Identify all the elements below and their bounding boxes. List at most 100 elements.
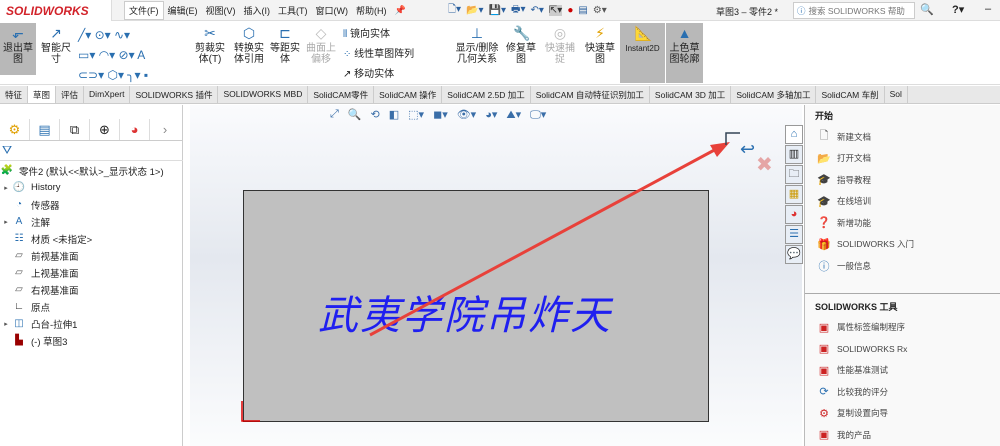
menu-help[interactable]: 帮助(H) <box>352 2 391 19</box>
menu-insert[interactable]: 插入(I) <box>240 2 275 19</box>
menu-window[interactable]: 窗口(W) <box>312 2 353 19</box>
graphics-area[interactable]: ⤢ 🔍 ⟲ ◧ ⬚▾ ◼▾ 👁▾ ◕▾ ⛰▾ 🖵▾ 武夷学院吊炸天 ↩ ✖ <box>190 105 802 446</box>
feature-manager-tab-icon[interactable]: ⚙ <box>0 119 30 140</box>
shaded-sketch-contours-button[interactable]: ▲ 上色草图轮廓 <box>666 23 703 83</box>
view-palette-tab-icon[interactable]: ▦ <box>785 185 803 204</box>
exit-sketch-corner-icon[interactable]: ↩ <box>740 139 755 159</box>
task-link[interactable]: 📂 打开文档 <box>805 148 1000 170</box>
line-tool[interactable]: ╱▾ ⊙▾ ∿▾ <box>78 25 183 45</box>
tab-11[interactable]: SolidCAM 多轴加工 <box>731 86 817 103</box>
undo-icon[interactable]: ↶▾ <box>531 5 544 16</box>
tree-item[interactable]: ◔ 传感器 <box>0 196 183 213</box>
smart-dimension-button[interactable]: ↗ 智能尺寸 <box>38 23 74 65</box>
configuration-manager-tab-icon[interactable]: ⧉ <box>60 119 90 140</box>
expand-arrow-icon[interactable]: ▸ <box>0 184 12 192</box>
appearances-tab-icon[interactable]: ◕ <box>785 205 803 224</box>
home-tab-icon[interactable]: ⌂ <box>785 125 803 144</box>
dimxpert-tab-icon[interactable]: ⊕ <box>90 119 120 140</box>
tab-8[interactable]: SolidCAM 2.5D 加工 <box>442 86 531 103</box>
tree-item[interactable]: ▸ 🕘 History <box>0 179 183 196</box>
design-library-tab-icon[interactable]: ▥ <box>785 145 803 164</box>
tab-12[interactable]: SolidCAM 车削 <box>816 86 885 103</box>
tab-2[interactable]: 评估 <box>56 86 85 103</box>
exit-sketch-button[interactable]: ⬐ 退出草图 <box>0 23 36 75</box>
tree-item[interactable]: ▸ ◫ 凸台-拉伸1 <box>0 315 183 332</box>
task-link[interactable]: ▣ 我的产品 <box>805 424 1000 446</box>
solidworks-logo[interactable]: SOLIDWORKS <box>0 0 112 21</box>
filter-icon[interactable]: ⛛ <box>0 143 183 161</box>
tab-9[interactable]: SolidCAM 自动特征识别加工 <box>531 86 650 103</box>
expand-panel-icon[interactable]: › <box>150 119 180 140</box>
quick-snaps-button[interactable]: ◎ 快速捕捉 <box>542 23 578 65</box>
linear-pattern-button[interactable]: ⁘ 线性草图阵列 <box>343 45 414 65</box>
tab-10[interactable]: SolidCAM 3D 加工 <box>650 86 732 103</box>
tree-item[interactable]: 🧩 零件2 (默认<<默认>_显示状态 1>) <box>0 162 183 179</box>
forum-tab-icon[interactable]: 💬 <box>785 245 803 264</box>
task-link[interactable]: 🎓 指导教程 <box>805 169 1000 191</box>
offset-on-surface-button[interactable]: ◇ 曲面上偏移 <box>304 23 338 65</box>
tree-item[interactable]: ☷ 材质 <未指定> <box>0 230 183 247</box>
search-icon[interactable]: 🔍 <box>920 3 934 16</box>
tab-6[interactable]: SolidCAM零件 <box>308 86 375 103</box>
move-entities-button[interactable]: ↗ 移动实体 <box>343 65 414 85</box>
menu-tools[interactable]: 工具(T) <box>274 2 312 19</box>
repair-sketch-button[interactable]: 🔧 修复草图 <box>504 23 538 65</box>
offset-entities-button[interactable]: ⊏ 等距实体 <box>268 23 302 65</box>
pin-icon[interactable]: 📌 <box>391 3 410 18</box>
slot-tool[interactable]: ⊂⊃▾ ⬡▾ ╮▾ ▪ <box>78 65 183 85</box>
task-link[interactable]: 🎁 SOLIDWORKS 入门 <box>805 234 1000 256</box>
help-search-input[interactable]: ⓘ 搜索 SOLIDWORKS 帮助 <box>793 2 915 19</box>
tab-13[interactable]: Sol <box>885 86 908 103</box>
property-manager-tab-icon[interactable]: ▤ <box>30 119 60 140</box>
expand-arrow-icon[interactable]: ▸ <box>0 218 12 226</box>
open-icon[interactable]: 📂▾ <box>466 5 483 16</box>
menu-edit[interactable]: 编辑(E) <box>164 2 202 19</box>
minimize-icon[interactable]: – <box>985 3 991 15</box>
convert-entities-button[interactable]: ⬡ 转换实体引用 <box>230 23 268 65</box>
file-explorer-tab-icon[interactable]: 🗀 <box>785 165 803 184</box>
tab-3[interactable]: DimXpert <box>84 86 131 103</box>
menu-view[interactable]: 视图(V) <box>202 2 240 19</box>
tree-item[interactable]: ▸ A 注解 <box>0 213 183 230</box>
mirror-entities-button[interactable]: ⫴ 镜向实体 <box>343 25 414 45</box>
instant2d-button[interactable]: 📐 Instant2D <box>620 23 665 83</box>
menu-file[interactable]: 文件(F) <box>124 1 164 20</box>
display-delete-relations-button[interactable]: ⊥ 显示/删除几何关系 <box>452 23 502 65</box>
custom-properties-tab-icon[interactable]: ☰ <box>785 225 803 244</box>
tree-item[interactable]: ▱ 右视基准面 <box>0 281 183 298</box>
rebuild-icon[interactable]: ● <box>567 5 573 16</box>
new-icon[interactable]: 🗋▾ <box>448 2 461 19</box>
task-link[interactable]: ⚙ 复制设置向导 <box>805 403 1000 425</box>
tab-0[interactable]: 特征 <box>0 86 29 103</box>
tree-item[interactable]: ∟ 原点 <box>0 298 183 315</box>
task-link-label: SOLIDWORKS 入门 <box>837 239 914 250</box>
tree-item[interactable]: ▱ 前视基准面 <box>0 247 183 264</box>
tab-1[interactable]: 草图 <box>28 86 57 103</box>
task-link[interactable]: ⟳ 比较我的评分 <box>805 381 1000 403</box>
task-link[interactable]: ▣ SOLIDWORKS Rx <box>805 338 1000 360</box>
task-link[interactable]: ▣ 性能基准测试 <box>805 360 1000 382</box>
rectangle-tool[interactable]: ▭▾ ◠▾ ⊘▾ A <box>78 45 183 65</box>
linear-pattern-label: 线性草图阵列 <box>354 49 415 60</box>
task-link[interactable]: ⓘ 一般信息 <box>805 255 1000 277</box>
cancel-sketch-corner-icon[interactable]: ✖ <box>756 154 773 176</box>
tab-5[interactable]: SOLIDWORKS MBD <box>218 86 309 103</box>
options-gear-icon[interactable]: ⚙▾ <box>593 5 607 16</box>
help-icon[interactable]: ?▾ <box>952 3 964 16</box>
rapid-sketch-button[interactable]: ⚡ 快速草图 <box>583 23 617 65</box>
tab-7[interactable]: SolidCAM 操作 <box>374 86 443 103</box>
tree-item[interactable]: ▙ (-) 草图3 <box>0 332 183 349</box>
save-icon[interactable]: 💾▾ <box>489 5 506 16</box>
select-icon[interactable]: ⇱▾ <box>548 5 563 16</box>
task-link[interactable]: ▣ 属性标签编制程序 <box>805 317 1000 339</box>
tab-4[interactable]: SOLIDWORKS 插件 <box>130 86 219 103</box>
file-properties-icon[interactable]: ▤ <box>578 5 587 16</box>
expand-arrow-icon[interactable]: ▸ <box>0 320 12 328</box>
trim-entities-button[interactable]: ✂ 剪裁实体(T) <box>190 23 230 65</box>
task-link[interactable]: 🎓 在线培训 <box>805 191 1000 213</box>
tree-item[interactable]: ▱ 上视基准面 <box>0 264 183 281</box>
task-link[interactable]: 🗋 新建文档 <box>805 126 1000 148</box>
display-manager-tab-icon[interactable]: ◕ <box>120 119 150 140</box>
task-link[interactable]: ❓ 新增功能 <box>805 212 1000 234</box>
print-icon[interactable]: 🖶▾ <box>511 2 525 19</box>
